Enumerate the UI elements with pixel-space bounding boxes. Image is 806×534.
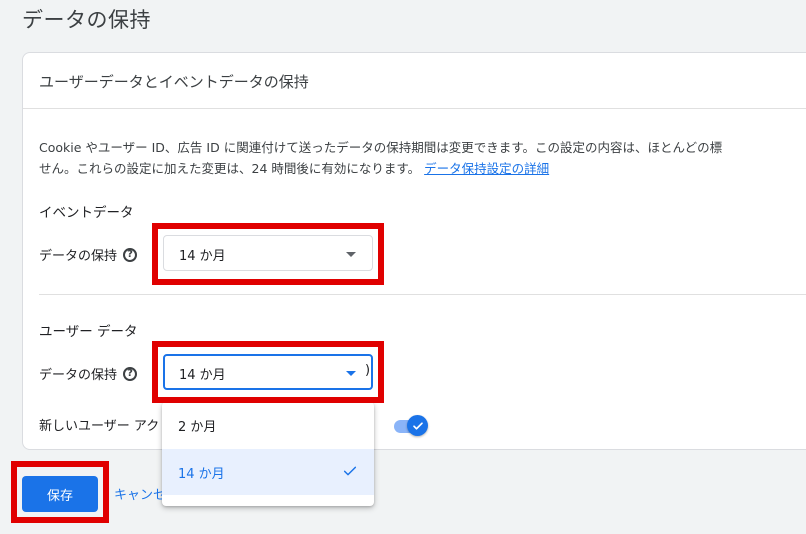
event-retention-value: 14 か月	[179, 249, 226, 264]
event-retention-label-text: データの保持	[39, 249, 118, 264]
section-divider	[39, 294, 806, 295]
retention-details-link[interactable]: データ保持設定の詳細	[424, 161, 549, 176]
option-label: 14 か月	[178, 467, 225, 482]
help-icon[interactable]: ?	[123, 366, 138, 381]
user-data-section-title: ユーザー データ	[39, 324, 138, 340]
retention-description: Cookie やユーザー ID、広告 ID に関連付けて送ったデータの保持期間は…	[39, 137, 806, 179]
dropdown-option-14-months[interactable]: 14 か月	[162, 449, 374, 495]
option-label: 2 か月	[178, 420, 217, 435]
help-icon[interactable]: ?	[123, 247, 138, 262]
dropdown-arrow-icon	[346, 371, 356, 376]
check-icon	[343, 466, 357, 476]
new-user-activity-label: 新しいユーザー アク	[39, 419, 160, 434]
page-title: データの保持	[22, 8, 151, 32]
description-line-1: Cookie やユーザー ID、広告 ID に関連付けて送ったデータの保持期間は…	[39, 140, 723, 155]
user-retention-label: データの保持 ?	[39, 364, 138, 383]
data-retention-card: ユーザーデータとイベントデータの保持 Cookie やユーザー ID、広告 ID…	[22, 52, 806, 450]
user-retention-value: 14 か月	[179, 368, 226, 383]
description-line-2: せん。これらの設定に加えた変更は、24 時間後に有効になります。 データ保持設定…	[39, 158, 806, 179]
save-button[interactable]: 保存	[22, 476, 98, 512]
event-data-section-title: イベントデータ	[39, 205, 134, 221]
event-retention-label: データの保持 ?	[39, 245, 138, 264]
toggle-thumb	[407, 415, 428, 436]
user-retention-select[interactable]: 14 か月	[163, 354, 373, 390]
event-retention-select[interactable]: 14 か月	[163, 235, 373, 271]
toggle-label-partial: )	[365, 363, 371, 378]
card-title: ユーザーデータとイベントデータの保持	[39, 73, 309, 91]
retention-dropdown-menu: 2 か月 14 か月	[162, 402, 374, 506]
user-retention-label-text: データの保持	[39, 368, 118, 383]
card-header: ユーザーデータとイベントデータの保持	[23, 53, 806, 109]
description-text: せん。これらの設定に加えた変更は、24 時間後に有効になります。	[39, 161, 421, 176]
dropdown-option-2-months[interactable]: 2 か月	[162, 402, 374, 448]
new-user-activity-toggle[interactable]	[394, 415, 430, 437]
cancel-button[interactable]: キャンセル	[114, 484, 162, 503]
check-icon	[412, 421, 423, 430]
dropdown-arrow-icon	[346, 252, 356, 257]
